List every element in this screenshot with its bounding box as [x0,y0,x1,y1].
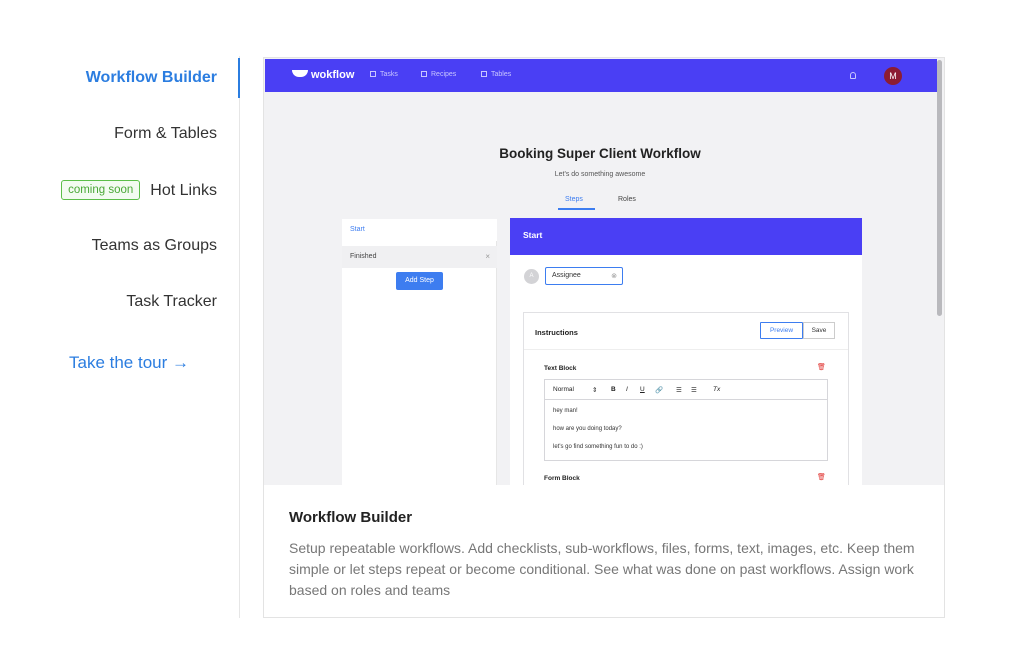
instructions-title: Instructions [535,328,578,337]
caption-text: Setup repeatable workflows. Add checklis… [289,540,915,598]
rich-text-editor[interactable]: Normal ⇕ B I U 🔗 ☰ ☰ Tx hey man! how are… [544,379,828,461]
nav-item-label: Teams as Groups [91,237,217,254]
logo-icon [292,70,308,77]
nav-item-label: Hot Links [150,182,217,199]
step-item-finished[interactable]: Finished × [342,246,497,268]
clear-icon[interactable]: ⊗ [611,272,617,280]
nav-item-form-tables[interactable]: Form & Tables [114,125,217,143]
panel-title: Start [510,218,862,255]
add-step-button[interactable]: Add Step [396,272,443,290]
app-screenshot: wokflow Tasks Recipes Tables M Booking S… [264,58,944,485]
clear-format-button[interactable]: Tx [713,386,720,393]
feature-caption: Workflow Builder Setup repeatable workfl… [264,485,944,617]
link-icon[interactable]: 🔗 [655,386,663,394]
editor-line: let's go find something fun to do :) [553,444,643,450]
tables-icon [481,71,487,77]
step-panel: Start A Assignee ⊗ Instructions Preview S… [510,218,862,485]
nav-item-teams-as-groups[interactable]: Teams as Groups [92,237,217,255]
step-list: Start Finished × Add Step [342,219,497,485]
caption-title: Workflow Builder [289,509,413,526]
active-tab-indicator [558,208,595,210]
step-label: Finished [350,253,377,260]
tasks-icon [370,71,376,77]
instructions-section: Instructions Preview Save Text Block 🗑 N… [523,312,849,485]
feature-card: wokflow Tasks Recipes Tables M Booking S… [263,57,945,618]
assignee-label: Assignee [552,272,581,279]
close-icon[interactable]: × [485,252,490,261]
nav-item-workflow-builder[interactable]: Workflow Builder [86,69,217,87]
text-block-title: Text Block [544,365,577,372]
form-block-title: Form Block [544,475,580,482]
bullet-list-icon[interactable]: ☰ [691,386,697,394]
select-arrows-icon: ⇕ [592,387,598,394]
topnav-label: Tables [491,71,512,78]
save-button[interactable]: Save [803,322,835,339]
tab-roles[interactable]: Roles [618,196,636,203]
nav-item-task-tracker[interactable]: Task Tracker [126,293,217,311]
topnav-label: Tasks [380,71,398,78]
assignee-field[interactable]: Assignee ⊗ [545,267,623,285]
recipes-icon [421,71,427,77]
nav-item-label: Form & Tables [114,125,217,142]
scrollbar[interactable] [937,60,942,316]
topnav-tables[interactable]: Tables [481,71,511,78]
italic-button[interactable]: I [626,386,628,393]
feature-nav: Workflow Builder Form & Tables coming so… [0,56,240,618]
take-the-tour-link[interactable]: Take the tour → [69,353,189,373]
format-select[interactable]: Normal [553,386,574,393]
step-item-start[interactable]: Start [342,219,497,241]
step-label: Start [350,226,365,233]
app-header: wokflow Tasks Recipes Tables M [265,59,937,92]
topnav-recipes[interactable]: Recipes [421,71,456,78]
brand-logo[interactable]: wokflow [292,69,354,81]
nav-item-label: Workflow Builder [85,69,217,86]
workflow-title: Booking Super Client Workflow [499,146,701,161]
topnav-tasks[interactable]: Tasks [370,71,398,78]
coming-soon-badge: coming soon [61,180,141,200]
assignee-avatar: A [524,269,539,284]
preview-button[interactable]: Preview [760,322,803,339]
brand-name: wokflow [311,69,355,81]
underline-button[interactable]: U [640,386,645,393]
editor-toolbar: Normal ⇕ B I U 🔗 ☰ ☰ Tx [545,380,827,400]
nav-item-hot-links[interactable]: coming soon Hot Links [61,180,217,200]
bold-button[interactable]: B [611,386,616,393]
avatar[interactable]: M [884,67,902,85]
topnav-label: Recipes [431,71,457,78]
divider [524,349,848,350]
editor-line: how are you doing today? [553,426,622,432]
bell-icon[interactable] [850,72,856,79]
ordered-list-icon[interactable]: ☰ [676,386,682,394]
editor-line: hey man! [553,408,578,414]
tab-steps[interactable]: Steps [565,196,583,203]
nav-active-indicator [238,58,240,98]
trash-icon[interactable]: 🗑 [817,473,826,481]
nav-item-label: Task Tracker [126,293,217,310]
trash-icon[interactable]: 🗑 [817,363,826,371]
workflow-subtitle: Let's do something awesome [554,171,646,178]
